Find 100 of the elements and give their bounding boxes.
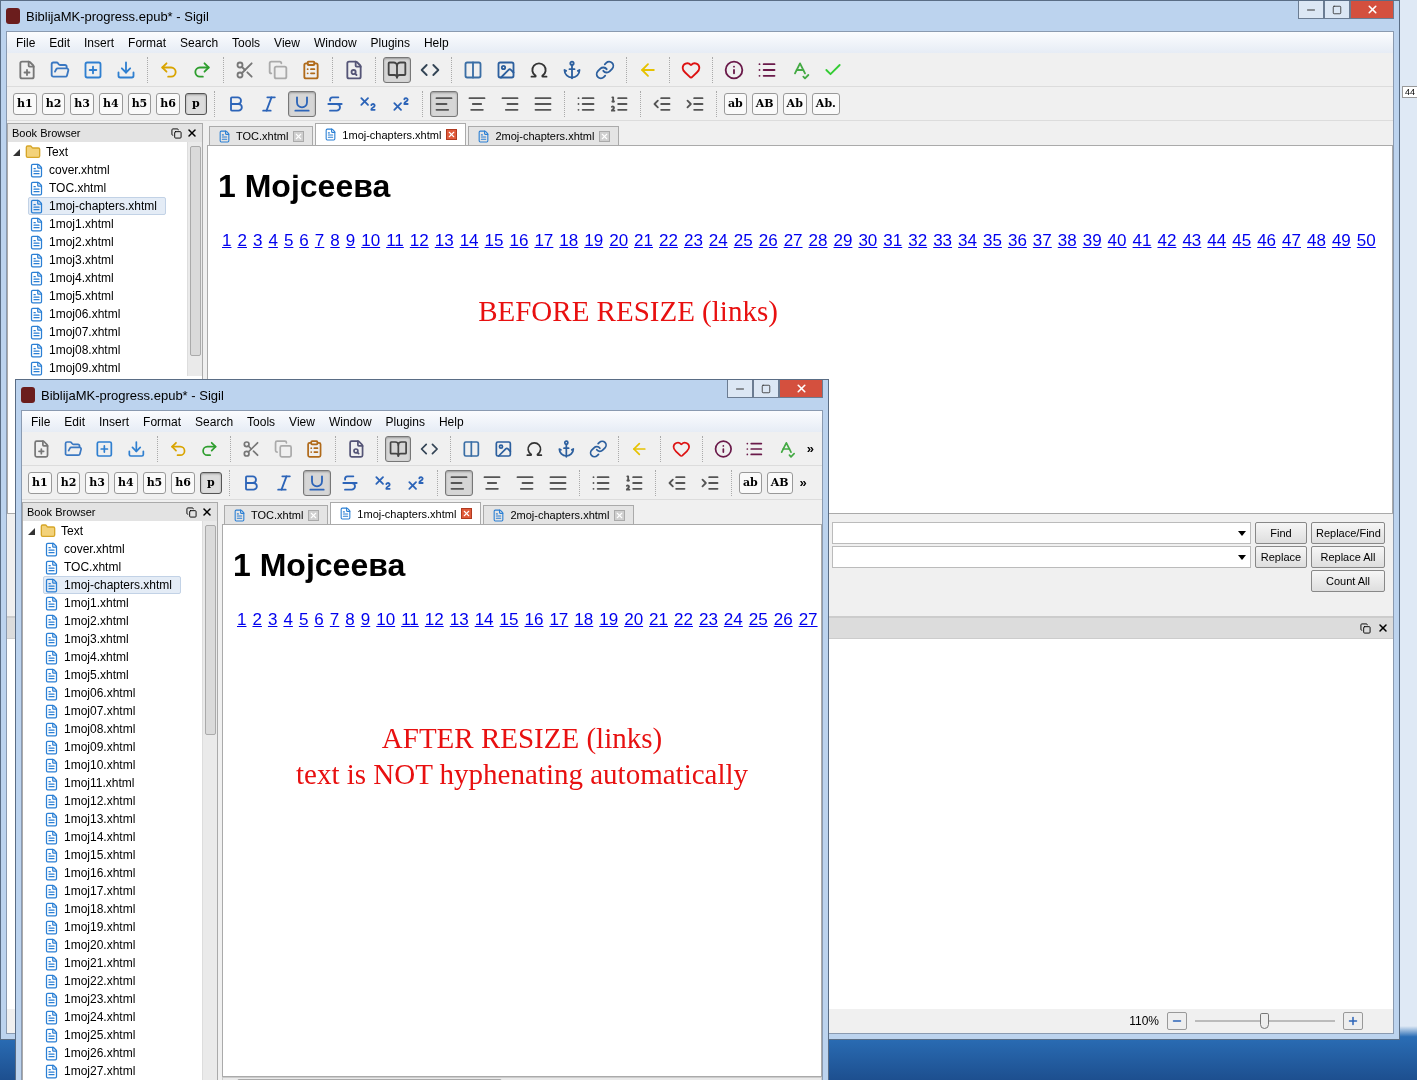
chapter-link[interactable]: 20 — [609, 231, 629, 251]
tree-item[interactable]: 1moj06.xhtml — [28, 305, 130, 323]
menu-item[interactable]: Insert — [92, 414, 137, 429]
tree-item[interactable]: 1moj1.xhtml — [28, 215, 123, 233]
menu-item[interactable]: Edit — [57, 414, 93, 429]
chapter-link[interactable]: 30 — [858, 231, 878, 251]
menu-item[interactable]: Plugins — [378, 414, 432, 429]
chapter-link[interactable]: 21 — [634, 231, 653, 251]
tree-item[interactable]: 1moj4.xhtml — [28, 269, 123, 287]
chapter-link[interactable]: 2 — [237, 231, 247, 251]
tree-item[interactable]: 1moj07.xhtml — [43, 702, 145, 720]
chapter-link[interactable]: 25 — [733, 231, 753, 251]
chapter-link[interactable]: 22 — [659, 231, 678, 251]
overflow-chevron[interactable]: » — [804, 441, 816, 456]
chapter-link[interactable]: 24 — [708, 231, 728, 251]
scrollbar[interactable] — [187, 142, 202, 376]
expand-arrow-icon[interactable] — [28, 527, 35, 535]
close-button[interactable] — [1377, 622, 1389, 634]
float-button[interactable] — [171, 127, 182, 139]
menu-item[interactable]: File — [24, 414, 58, 429]
tree-item[interactable]: 1moj08.xhtml — [43, 720, 145, 738]
toolbar-button[interactable]: h3 — [70, 92, 94, 115]
tree-item[interactable]: 1moj14.xhtml — [43, 828, 145, 846]
find-button[interactable]: Find — [1255, 522, 1307, 544]
chapter-link[interactable]: 16 — [524, 610, 544, 630]
chapter-link[interactable]: 22 — [674, 610, 693, 630]
chapter-link[interactable]: 39 — [1082, 231, 1102, 251]
chapter-link[interactable]: 49 — [1331, 231, 1351, 251]
chapter-link[interactable]: 3 — [267, 610, 278, 630]
chapter-link[interactable]: 13 — [434, 231, 454, 251]
tree-item[interactable]: 1moj09.xhtml — [43, 738, 145, 756]
tab-close-icon[interactable] — [461, 508, 473, 519]
find-button[interactable]: Replace/Find — [1311, 522, 1385, 544]
tree-item[interactable]: TOC.xhtml — [28, 179, 116, 197]
chapter-link[interactable]: 19 — [584, 231, 604, 251]
chapter-link[interactable]: 31 — [883, 231, 903, 251]
zoom-in-button[interactable] — [1343, 1012, 1363, 1030]
chapter-link[interactable]: 5 — [298, 610, 309, 630]
maximize-button[interactable] — [1324, 1, 1350, 19]
chapter-link[interactable]: 27 — [783, 231, 803, 251]
chapter-link[interactable]: 45 — [1232, 231, 1252, 251]
file-tab[interactable]: 1moj-chapters.xhtml — [330, 502, 482, 524]
chapter-link[interactable]: 16 — [509, 231, 529, 251]
file-tab[interactable]: 1moj-chapters.xhtml — [315, 123, 467, 145]
chapter-link[interactable]: 9 — [345, 231, 356, 251]
tree-item[interactable]: 1moj2.xhtml — [43, 612, 138, 630]
file-tab[interactable]: TOC.xhtml — [224, 505, 329, 524]
chapter-link[interactable]: 7 — [329, 610, 340, 630]
chapter-link[interactable]: 26 — [758, 231, 778, 251]
chapter-link[interactable]: 43 — [1182, 231, 1202, 251]
chapter-link[interactable]: 33 — [933, 231, 953, 251]
chapter-link[interactable]: 35 — [983, 231, 1002, 251]
toolbar-button[interactable]: AB — [751, 92, 778, 115]
chapter-link[interactable]: 36 — [1007, 231, 1027, 251]
chapter-link[interactable]: 11 — [401, 610, 419, 630]
close-button[interactable] — [201, 506, 213, 518]
chapter-link[interactable]: 41 — [1132, 231, 1152, 251]
file-tab[interactable]: 2moj-chapters.xhtml — [483, 505, 635, 524]
tree-item[interactable]: 1moj19.xhtml — [43, 918, 145, 936]
chapter-link[interactable]: 24 — [723, 610, 743, 630]
tree-item[interactable]: 1moj21.xhtml — [43, 954, 145, 972]
toolbar-button[interactable]: ab — [738, 471, 762, 494]
chapter-link[interactable]: 12 — [424, 610, 444, 630]
toolbar-button[interactable]: AB — [766, 471, 793, 494]
chapter-link[interactable]: 34 — [958, 231, 977, 251]
close-button[interactable] — [186, 127, 198, 139]
chapter-link[interactable]: 26 — [773, 610, 793, 630]
tree-item[interactable]: 1moj22.xhtml — [43, 972, 145, 990]
toolbar-button[interactable]: h1 — [28, 471, 52, 494]
chapter-link[interactable]: 47 — [1282, 231, 1301, 251]
chapter-link[interactable]: 3 — [252, 231, 263, 251]
chapter-link[interactable]: 7 — [314, 231, 325, 251]
menu-item[interactable]: Search — [188, 414, 241, 429]
chapter-link[interactable]: 6 — [299, 231, 309, 251]
replace-field[interactable] — [832, 546, 1251, 568]
tree-item[interactable]: 1moj12.xhtml — [43, 792, 145, 810]
tab-close-icon[interactable] — [446, 129, 458, 140]
chapter-link[interactable]: 8 — [330, 231, 340, 251]
float-button[interactable] — [1360, 622, 1371, 634]
chapter-link[interactable]: 21 — [649, 610, 668, 630]
menu-item[interactable]: Format — [121, 35, 174, 50]
chapter-link[interactable]: 14 — [459, 231, 479, 251]
menu-item[interactable]: Plugins — [363, 35, 417, 50]
tree-item[interactable]: TOC.xhtml — [43, 558, 131, 576]
tree-item[interactable]: 1moj06.xhtml — [43, 684, 145, 702]
tree-item[interactable]: 1moj3.xhtml — [28, 251, 123, 269]
chapter-link[interactable]: 28 — [808, 231, 828, 251]
float-button[interactable] — [186, 506, 197, 518]
chapter-link[interactable]: 27 — [798, 610, 818, 630]
toolbar-button[interactable] — [302, 469, 331, 496]
toolbar-button[interactable]: h4 — [113, 471, 138, 494]
tree-item[interactable]: 1moj27.xhtml — [43, 1062, 145, 1080]
chapter-link[interactable]: 18 — [559, 231, 579, 251]
tree-item[interactable]: 1moj2.xhtml — [28, 233, 123, 251]
toolbar-button[interactable] — [383, 56, 411, 83]
tree-item[interactable]: 1moj3.xhtml — [43, 630, 138, 648]
minimize-button[interactable] — [727, 380, 753, 398]
maximize-button[interactable] — [753, 380, 779, 398]
chapter-link[interactable]: 4 — [268, 231, 278, 251]
menu-item[interactable]: Search — [173, 35, 226, 50]
